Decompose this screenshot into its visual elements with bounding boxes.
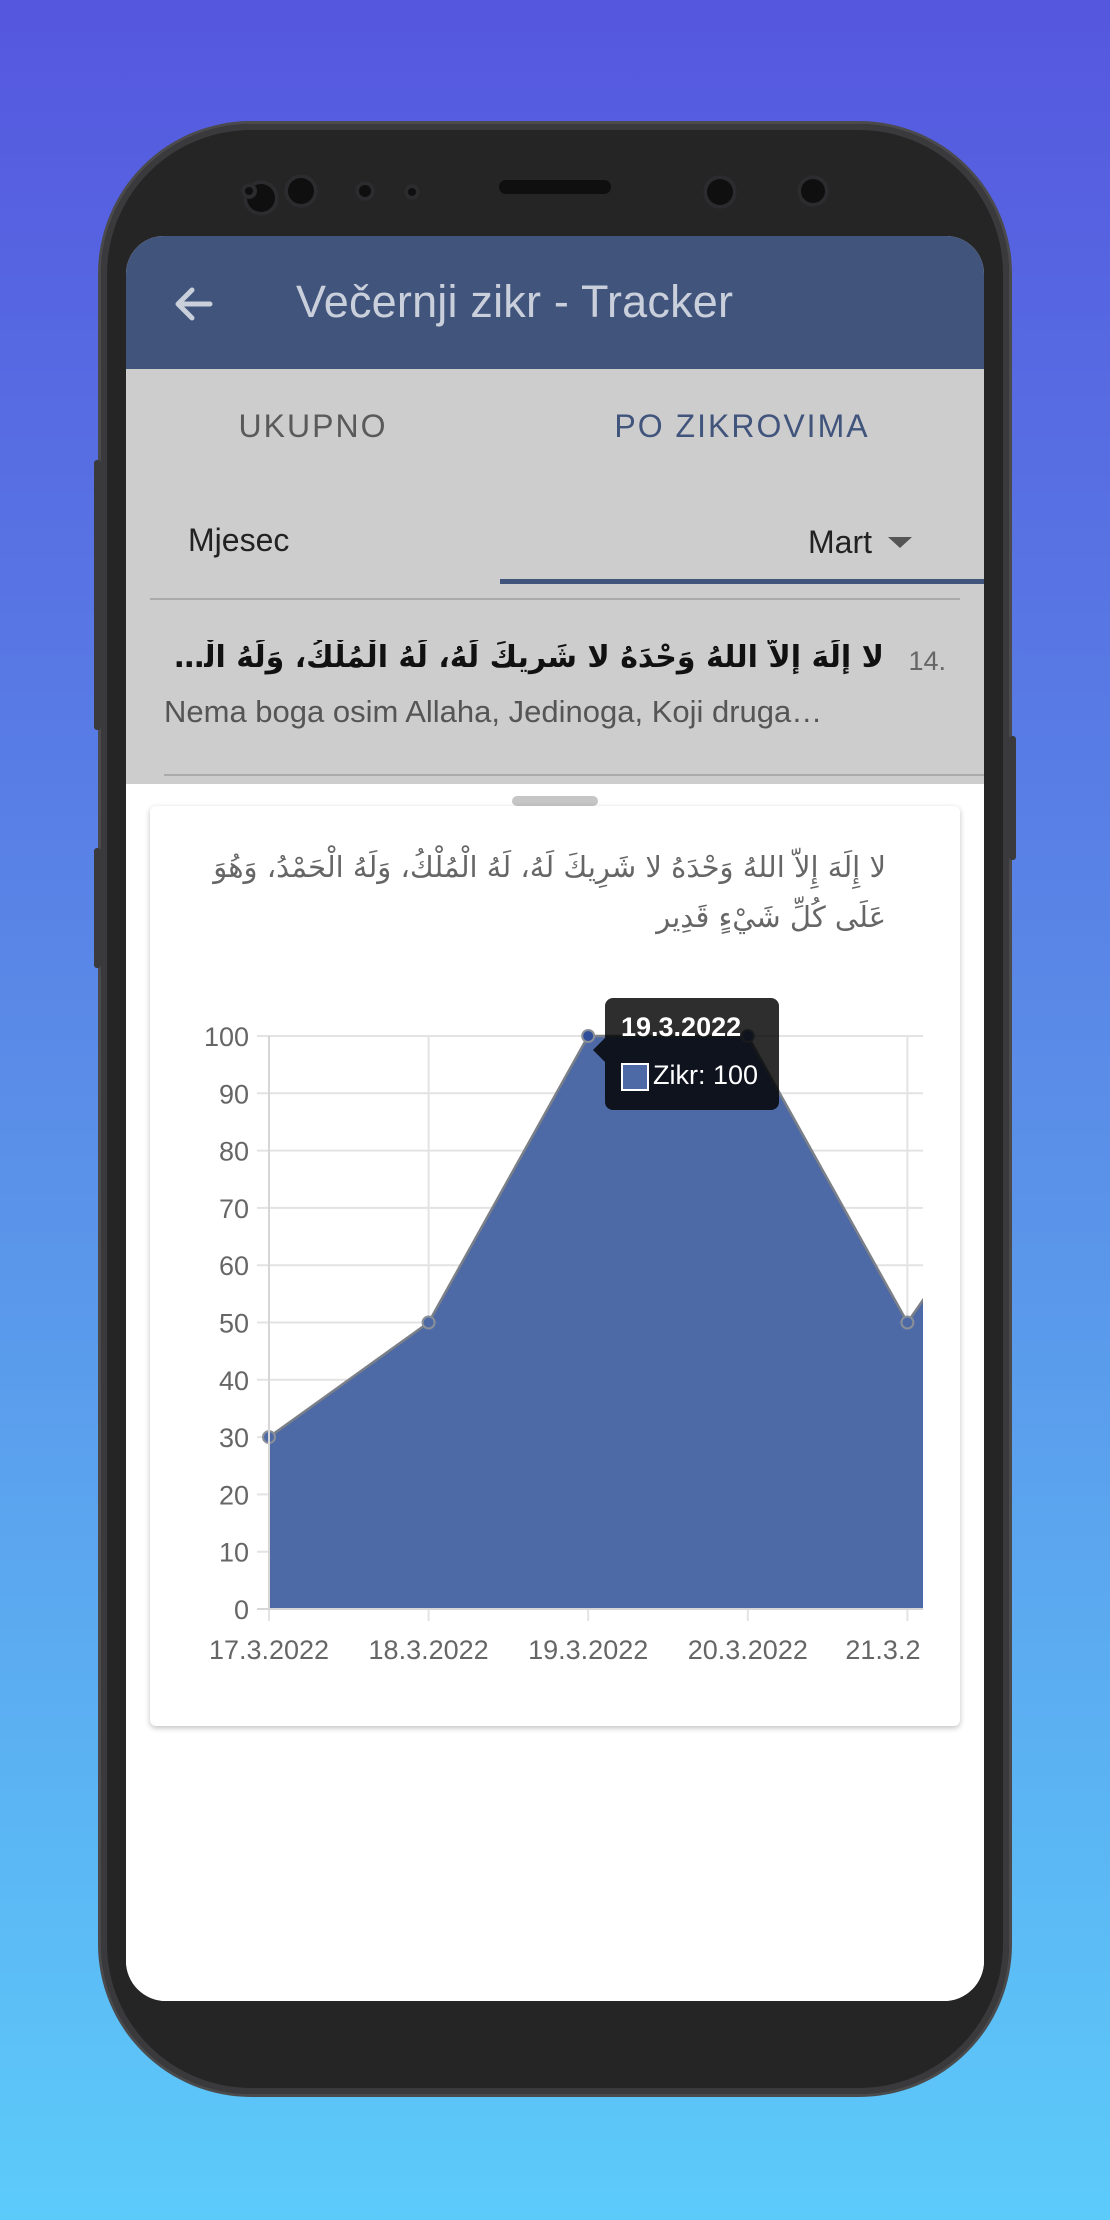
tooltip-value: Zikr: 100 [653, 1060, 759, 1090]
y-tick-label: 0 [234, 1595, 249, 1625]
front-camera-lens [284, 174, 318, 208]
month-dropdown[interactable]: Mart [808, 522, 912, 562]
chart-tooltip: 19.3.2022 Zikr: 100 [593, 998, 779, 1110]
month-label: Mjesec [188, 522, 290, 558]
item-translation: Nema boga osim Allaha, Jedinoga, Koji dr… [164, 694, 823, 729]
zikr-list-item[interactable]: 14. لا إِلَهَ إِلاّ اللهُ وَحْدَهُ لا شَ… [126, 600, 984, 770]
tab-po-zikrovima[interactable]: PO ZIKROVIMA [500, 369, 984, 483]
sensor-dot [241, 183, 257, 199]
tooltip-caret [593, 1038, 605, 1062]
x-tick-label: 21.3.2 [845, 1635, 920, 1665]
tooltip-title: 19.3.2022 [621, 1012, 742, 1042]
y-tick-label: 10 [219, 1538, 249, 1568]
area-chart: 0 10 20 30 40 50 60 70 80 90 100 17.3.2022 18.3.2022… [204, 1022, 923, 1665]
y-tick-label: 70 [219, 1194, 249, 1224]
y-tick-label: 100 [204, 1022, 249, 1052]
tab-ukupno[interactable]: UKUPNO [126, 369, 500, 483]
data-point [900, 1315, 915, 1330]
y-tick-label: 80 [219, 1137, 249, 1167]
y-tick-label: 90 [219, 1079, 249, 1109]
phone-side-button [94, 460, 101, 730]
x-tick-label: 19.3.2022 [528, 1635, 648, 1665]
month-value: Mart [808, 523, 872, 560]
x-tick-label: 20.3.2022 [688, 1635, 808, 1665]
active-tab-indicator [500, 579, 984, 584]
chart-card: لا إِلَهَ إِلاّ اللهُ وَحْدَهُ لا شَرِيك… [150, 806, 960, 1726]
tooltip-legend-swatch [621, 1063, 649, 1091]
drag-handle[interactable] [512, 796, 598, 806]
bottom-sheet: لا إِلَهَ إِلاّ اللهُ وَحْدَهُ لا شَرِيك… [126, 784, 984, 2001]
sensor-dot [355, 181, 375, 201]
sensor-dot [797, 175, 829, 207]
app-bar: Večernji zikr - Tracker [126, 236, 984, 369]
y-tick-label: 20 [219, 1480, 249, 1510]
chevron-down-icon [888, 536, 912, 548]
y-tick-label: 60 [219, 1251, 249, 1281]
app-screen: Večernji zikr - Tracker UKUPNO PO ZIKROV… [126, 236, 984, 2001]
earpiece-speaker [499, 180, 611, 194]
sensor-dot [404, 184, 420, 200]
divider [164, 774, 984, 776]
item-number: 14. [908, 646, 946, 676]
page-title: Večernji zikr - Tracker [296, 276, 734, 327]
y-tick-label: 50 [219, 1309, 249, 1339]
y-tick-label: 40 [219, 1366, 249, 1396]
phone-side-button [1009, 736, 1016, 860]
arrow-left-icon[interactable] [170, 280, 218, 328]
data-point [421, 1315, 436, 1330]
phone-side-button [94, 848, 101, 968]
x-tick-label: 17.3.2022 [209, 1635, 329, 1665]
front-camera-lens [703, 175, 737, 209]
y-tick-label: 30 [219, 1423, 249, 1453]
item-arabic-text: لا إِلَهَ إِلاّ اللهُ وَحْدَهُ لا شَريكَ… [164, 640, 884, 675]
x-tick-label: 18.3.2022 [369, 1635, 489, 1665]
